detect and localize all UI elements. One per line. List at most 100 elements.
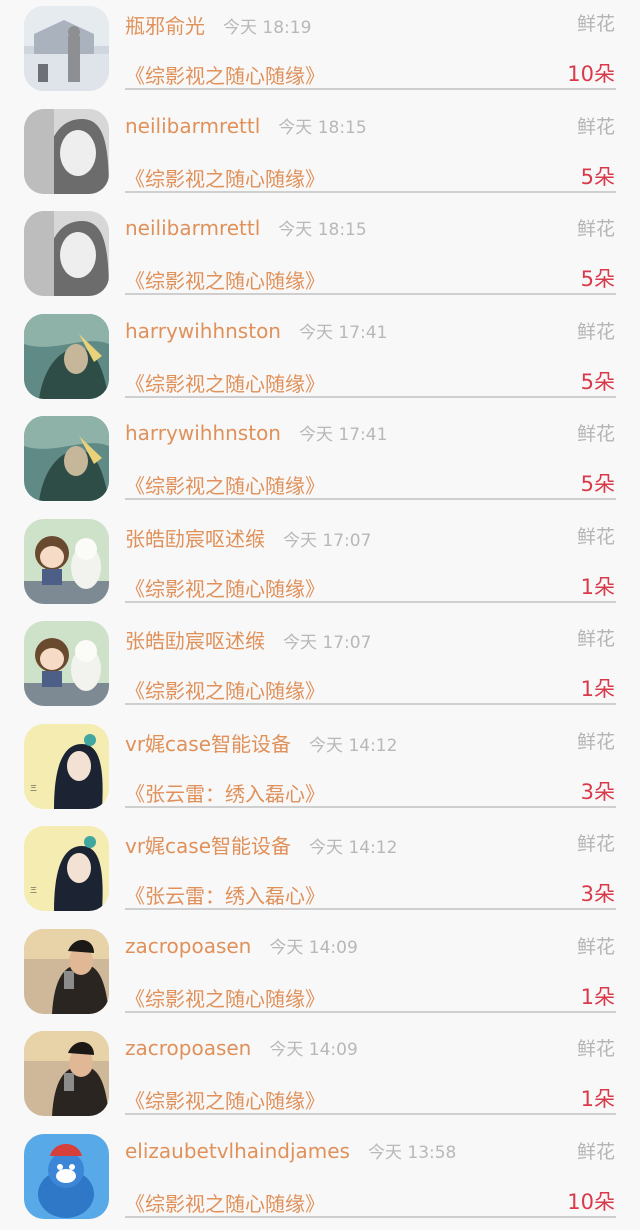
gift-time: 今天 17:41: [299, 323, 387, 343]
user-name[interactable]: elizaubetvlhaindjames: [125, 1139, 350, 1163]
user-avatar[interactable]: [24, 109, 109, 194]
flower-count: 1朵: [581, 981, 615, 1011]
gift-record-row[interactable]: zacropoasen今天 14:09 鲜花 《综影视之随心随缘》 1朵: [0, 1025, 640, 1128]
gift-time: 今天 13:58: [368, 1143, 456, 1163]
user-name-line[interactable]: vr娓case智能设备今天 14:12: [125, 830, 397, 859]
book-title-link[interactable]: 《综影视之随心随缘》: [125, 368, 325, 397]
gift-record-row[interactable]: 张皓劻宸呕述缑今天 17:07 鲜花 《综影视之随心随缘》 1朵: [0, 513, 640, 616]
row-divider: [125, 293, 616, 295]
flower-count: 10朵: [567, 58, 615, 88]
row-divider: [125, 88, 616, 90]
book-title-link[interactable]: 《综影视之随心随缘》: [125, 470, 325, 499]
gift-record-row[interactable]: neilibarmrettl今天 18:15 鲜花 《综影视之随心随缘》 5朵: [0, 205, 640, 308]
gift-record-row[interactable]: 瓶邪俞光今天 18:19 鲜花 《综影视之随心随缘》 10朵: [0, 0, 640, 103]
book-title-link[interactable]: 《综影视之随心随缘》: [125, 1188, 325, 1217]
flower-count: 5朵: [581, 366, 615, 396]
user-name[interactable]: 张皓劻宸呕述缑: [125, 527, 265, 551]
gift-time: 今天 17:07: [283, 633, 371, 653]
user-name[interactable]: 瓶邪俞光: [125, 14, 205, 38]
user-avatar[interactable]: [24, 416, 109, 501]
gift-type-label: 鲜花: [577, 932, 615, 959]
row-divider: [125, 1216, 616, 1218]
book-title-link[interactable]: 《综影视之随心随缘》: [125, 573, 325, 602]
gift-record-row[interactable]: 张皓劻宸呕述缑今天 17:07 鲜花 《综影视之随心随缘》 1朵: [0, 615, 640, 718]
gift-record-row[interactable]: harrywihhnston今天 17:41 鲜花 《综影视之随心随缘》 5朵: [0, 410, 640, 513]
row-divider: [125, 498, 616, 500]
gift-type-label: 鲜花: [577, 419, 615, 446]
user-name[interactable]: zacropoasen: [125, 1036, 251, 1060]
gift-type-label: 鲜花: [577, 1137, 615, 1164]
gift-record-row[interactable]: 三 vr娓case智能设备今天 14:12 鲜花 《张云雷：绣入磊心》 3朵: [0, 718, 640, 821]
gift-record-row[interactable]: harrywihhnston 今天 17:41 鲜花 《综影视之随心随缘》 5朵: [0, 308, 640, 411]
user-name[interactable]: harrywihhnston: [125, 421, 281, 445]
user-name-line[interactable]: zacropoasen今天 14:09: [125, 933, 358, 958]
user-avatar[interactable]: [24, 1134, 109, 1219]
gift-time: 今天 18:19: [223, 18, 311, 38]
user-name-line[interactable]: elizaubetvlhaindjames 今天 13:58: [125, 1138, 456, 1163]
book-title-link[interactable]: 《综影视之随心随缘》: [125, 163, 325, 192]
user-name[interactable]: harrywihhnston: [125, 319, 281, 343]
gift-record-row[interactable]: 三 vr娓case智能设备今天 14:12 鲜花 《张云雷：绣入磊心》 3朵: [0, 820, 640, 923]
user-name-line[interactable]: vr娓case智能设备今天 14:12: [125, 728, 397, 757]
figurine-dog-avatar: [24, 621, 109, 706]
book-title-link[interactable]: 《综影视之随心随缘》: [125, 60, 325, 89]
user-name[interactable]: zacropoasen: [125, 934, 251, 958]
user-name[interactable]: vr娓case智能设备: [125, 834, 291, 858]
gift-type-label: 鲜花: [577, 1034, 615, 1061]
gift-time: 今天 18:15: [278, 118, 366, 138]
book-title-link[interactable]: 《综影视之随心随缘》: [125, 265, 325, 294]
book-title-link[interactable]: 《张云雷：绣入磊心》: [125, 778, 325, 807]
user-name-line[interactable]: harrywihhnston今天 17:41: [125, 420, 387, 445]
book-title-link[interactable]: 《综影视之随心随缘》: [125, 983, 325, 1012]
user-avatar[interactable]: 三: [24, 724, 109, 809]
gift-time: 今天 14:12: [309, 838, 397, 858]
user-name[interactable]: neilibarmrettl: [125, 216, 260, 240]
blue-mascot-avatar: [24, 1134, 109, 1219]
gift-type-label: 鲜花: [577, 9, 615, 36]
book-title-link[interactable]: 《张云雷：绣入磊心》: [125, 880, 325, 909]
user-avatar[interactable]: [24, 621, 109, 706]
user-name-line[interactable]: neilibarmrettl 今天 18:15: [125, 113, 367, 138]
row-divider: [125, 1113, 616, 1115]
row-divider: [125, 908, 616, 910]
user-avatar[interactable]: [24, 519, 109, 604]
selfie-man-avatar: [24, 929, 109, 1014]
gift-record-row[interactable]: elizaubetvlhaindjames 今天 13:58 鲜花 《综影视之随心…: [0, 1128, 640, 1230]
user-avatar[interactable]: [24, 211, 109, 296]
row-divider: [125, 1011, 616, 1013]
gift-type-label: 鲜花: [577, 829, 615, 856]
user-avatar[interactable]: [24, 1031, 109, 1116]
user-name-line[interactable]: 张皓劻宸呕述缑今天 17:07: [125, 625, 371, 654]
svg-text:三: 三: [30, 886, 37, 894]
flower-count: 5朵: [581, 468, 615, 498]
user-avatar[interactable]: [24, 314, 109, 399]
book-title-link[interactable]: 《综影视之随心随缘》: [125, 675, 325, 704]
gift-time: 今天 17:07: [283, 531, 371, 551]
user-avatar[interactable]: [24, 6, 109, 91]
gift-record-row[interactable]: neilibarmrettl今天 18:15 鲜花 《综影视之随心随缘》 5朵: [0, 103, 640, 206]
gift-record-list: 瓶邪俞光今天 18:19 鲜花 《综影视之随心随缘》 10朵 neilibarm…: [0, 0, 640, 1230]
flower-count: 1朵: [581, 571, 615, 601]
flower-count: 1朵: [581, 673, 615, 703]
row-divider: [125, 806, 616, 808]
gift-record-row[interactable]: zacropoasen今天 14:09 鲜花 《综影视之随心随缘》 1朵: [0, 923, 640, 1026]
gift-time: 今天 14:12: [309, 736, 397, 756]
user-name-line[interactable]: zacropoasen今天 14:09: [125, 1035, 358, 1060]
user-name[interactable]: neilibarmrettl: [125, 114, 260, 138]
user-name-line[interactable]: harrywihhnston 今天 17:41: [125, 318, 387, 343]
user-avatar[interactable]: [24, 929, 109, 1014]
book-title-link[interactable]: 《综影视之随心随缘》: [125, 1085, 325, 1114]
user-name-line[interactable]: neilibarmrettl今天 18:15: [125, 215, 367, 240]
gift-type-label: 鲜花: [577, 317, 615, 344]
user-name-line[interactable]: 瓶邪俞光今天 18:19: [125, 10, 311, 39]
user-avatar[interactable]: 三: [24, 826, 109, 911]
user-name[interactable]: 张皓劻宸呕述缑: [125, 629, 265, 653]
yellow-girl-avatar: 三: [24, 724, 109, 809]
gift-type-label: 鲜花: [577, 522, 615, 549]
user-name[interactable]: vr娓case智能设备: [125, 732, 291, 756]
flower-count: 3朵: [581, 878, 615, 908]
row-divider: [125, 703, 616, 705]
flower-count: 10朵: [567, 1186, 615, 1216]
figurine-dog-avatar: [24, 519, 109, 604]
user-name-line[interactable]: 张皓劻宸呕述缑今天 17:07: [125, 523, 371, 552]
